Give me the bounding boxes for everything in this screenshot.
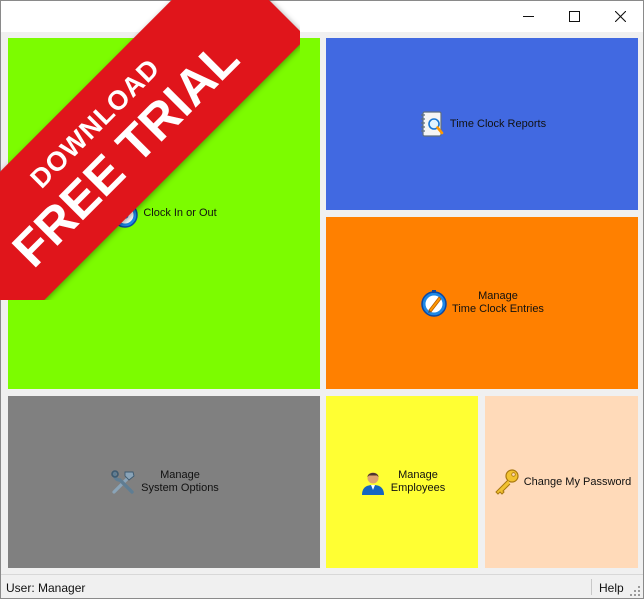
time-clock-reports-tile[interactable]: Time Clock Reports <box>326 38 638 210</box>
resize-grip-icon[interactable] <box>629 585 641 597</box>
manage-time-clock-entries-label: Manage Time Clock Entries <box>452 290 544 316</box>
manage-employees-tile[interactable]: Manage Employees <box>326 396 478 568</box>
manage-system-options-label: Manage System Options <box>141 469 219 495</box>
status-separator <box>591 579 592 595</box>
user-icon <box>361 472 384 495</box>
maximize-icon <box>568 11 580 22</box>
change-password-tile[interactable]: Change My Password <box>485 396 638 568</box>
system-options-line2: System Options <box>141 482 219 494</box>
employees-line1: Manage <box>398 469 438 481</box>
tools-icon <box>111 470 135 494</box>
manage-employees-label: Manage Employees <box>391 469 445 495</box>
maximize-button[interactable] <box>551 1 597 32</box>
minimize-button[interactable] <box>505 1 551 32</box>
report-notebook-icon <box>420 111 444 137</box>
key-icon <box>494 469 519 495</box>
manage-system-options-tile[interactable]: Manage System Options <box>8 396 320 568</box>
close-button[interactable] <box>597 1 643 32</box>
change-password-label: Change My Password <box>523 475 632 488</box>
download-free-trial-banner[interactable]: DOWNLOAD FREE TRIAL <box>0 0 300 300</box>
system-options-line1: Manage <box>160 469 200 481</box>
promo-banner-area: DOWNLOAD FREE TRIAL <box>0 0 300 300</box>
employees-line2: Employees <box>390 482 446 494</box>
help-link[interactable]: Help <box>599 581 624 595</box>
close-icon <box>614 11 626 22</box>
manage-entries-line1: Manage <box>478 290 518 302</box>
minimize-icon <box>522 16 534 17</box>
time-clock-reports-label: Time Clock Reports <box>449 117 547 130</box>
manage-time-clock-entries-tile[interactable]: Manage Time Clock Entries <box>326 217 638 389</box>
banner-line2: FREE TRIAL <box>1 29 250 278</box>
manage-entries-line2: Time Clock Entries <box>452 303 544 315</box>
status-bar: User: Manager Help <box>1 574 643 598</box>
edit-clock-icon <box>421 290 447 317</box>
status-user: User: Manager <box>6 581 86 595</box>
